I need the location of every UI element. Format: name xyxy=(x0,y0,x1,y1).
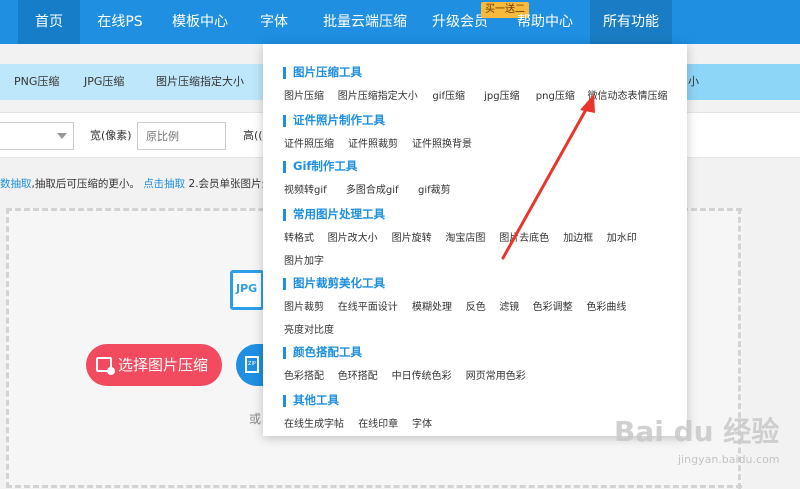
tool-link[interactable]: 色彩曲线 xyxy=(586,298,626,313)
tool-link[interactable]: 图片裁剪 xyxy=(284,298,324,313)
tool-link[interactable]: 色环搭配 xyxy=(338,367,378,382)
tool-link[interactable]: 中日传统色彩 xyxy=(392,367,452,382)
tab-compress-to-size[interactable]: 图片压缩指定大小 xyxy=(156,64,244,100)
tip-text-2: 2.会员单张图片最 xyxy=(185,178,273,190)
tool-link[interactable]: 图片压缩 xyxy=(284,87,324,102)
category-title: 其他工具 xyxy=(293,393,339,407)
tool-link[interactable]: 证件照裁剪 xyxy=(348,135,398,150)
width-input[interactable] xyxy=(137,122,226,150)
tool-link[interactable]: 图片加字 xyxy=(284,252,324,267)
tip-link-click-extract[interactable]: 点击抽取 xyxy=(143,178,185,190)
tool-link[interactable]: 亮度对比度 xyxy=(284,321,334,336)
chevron-down-icon xyxy=(57,133,67,139)
category-marker xyxy=(283,161,286,173)
tool-link[interactable]: png压缩 xyxy=(536,87,575,102)
tool-link[interactable]: 图片旋转 xyxy=(392,229,432,244)
category-marker xyxy=(283,115,286,127)
nav-online-ps[interactable]: 在线PS xyxy=(88,0,152,44)
tool-link[interactable]: 加边框 xyxy=(563,229,593,244)
tool-link[interactable]: 图片去底色 xyxy=(499,229,549,244)
nav-template-center[interactable]: 模板中心 xyxy=(164,0,236,44)
category-title: 常用图片处理工具 xyxy=(293,207,385,221)
category-title: 图片裁剪美化工具 xyxy=(293,276,385,290)
tool-link[interactable]: 色彩搭配 xyxy=(284,367,324,382)
tool-link[interactable]: 微信动态表情压缩 xyxy=(588,87,668,102)
tool-link[interactable]: 色彩调整 xyxy=(533,298,573,313)
nav-home[interactable]: 首页 xyxy=(18,0,80,44)
tool-link[interactable]: 视频转gif xyxy=(284,181,327,196)
zip-icon: ZIP xyxy=(245,356,259,373)
nav-fonts[interactable]: 字体 xyxy=(252,0,296,44)
tool-link[interactable]: 淘宝店图 xyxy=(445,229,485,244)
tool-link[interactable]: gif压缩 xyxy=(432,87,465,102)
tool-link[interactable]: 图片压缩指定大小 xyxy=(338,87,418,102)
category-marker xyxy=(283,347,286,359)
image-add-icon xyxy=(96,357,115,375)
watermark-url: jingyan.baidu.com xyxy=(678,453,780,466)
nav-help-center[interactable]: 帮助中心 xyxy=(508,0,582,44)
tool-link[interactable]: 在线印章 xyxy=(358,415,398,430)
category-marker xyxy=(283,395,286,407)
tab-png-compress[interactable]: PNG压缩 xyxy=(14,64,59,100)
tool-link[interactable]: gif裁剪 xyxy=(418,181,451,196)
tool-link[interactable]: jpg压缩 xyxy=(484,87,519,102)
tool-link[interactable]: 加水印 xyxy=(607,229,637,244)
top-nav: 首页 在线PS 模板中心 字体 批量云端压缩 升级会员 买一送二 帮助中心 所有… xyxy=(0,0,800,44)
format-select[interactable] xyxy=(0,122,74,150)
all-features-dropdown: 图片压缩工具图片压缩 图片压缩指定大小 gif压缩 jpg压缩 png压缩 微信动态表情压… xyxy=(263,44,687,436)
category-marker xyxy=(283,278,286,290)
category-title: Gif制作工具 xyxy=(293,159,358,173)
jpg-icon-label: JPG xyxy=(236,282,258,295)
nav-all-features[interactable]: 所有功能 xyxy=(590,0,672,44)
tip-text-1: ,抽取后可压缩的更小。 xyxy=(31,178,140,190)
width-label: 宽(像素) xyxy=(90,129,132,142)
tool-link[interactable]: 网页常用色彩 xyxy=(466,367,526,382)
tool-link[interactable]: 反色 xyxy=(466,298,486,313)
jpg-file-icon: JPG xyxy=(230,270,264,310)
tool-link[interactable]: 多图合成gif xyxy=(346,181,399,196)
category-marker xyxy=(283,209,286,221)
tab-more[interactable]: 小 xyxy=(672,64,800,100)
category-marker xyxy=(283,67,286,79)
tool-link[interactable]: 在线生成字帖 xyxy=(284,415,344,430)
choose-image-button[interactable]: 选择图片压缩 xyxy=(86,344,222,386)
tool-link[interactable]: 图片改大小 xyxy=(328,229,378,244)
height-label: 高(( xyxy=(243,129,263,142)
tip-link-extract[interactable]: 数抽取 xyxy=(0,178,32,190)
category-title: 证件照片制作工具 xyxy=(293,113,385,127)
baidu-jingyan-watermark: Bai du 经验 xyxy=(614,415,780,448)
tool-link[interactable]: 字体 xyxy=(412,415,432,430)
or-text: 或 xyxy=(249,412,262,426)
category-title: 颜色搭配工具 xyxy=(293,345,362,359)
tool-link[interactable]: 在线平面设计 xyxy=(338,298,398,313)
nav-batch-cloud-compress[interactable]: 批量云端压缩 xyxy=(310,0,420,44)
choose-image-label: 选择图片压缩 xyxy=(118,356,209,374)
tip-text: 数抽取,抽取后可压缩的更小。 点击抽取 2.会员单张图片最 xyxy=(0,176,272,191)
tool-link[interactable]: 证件照换背景 xyxy=(412,135,472,150)
category-title: 图片压缩工具 xyxy=(293,65,362,79)
tool-link[interactable]: 模糊处理 xyxy=(412,298,452,313)
tool-link[interactable]: 转格式 xyxy=(284,229,314,244)
tool-link[interactable]: 证件照压缩 xyxy=(284,135,334,150)
tab-jpg-compress[interactable]: JPG压缩 xyxy=(84,64,124,100)
tool-link[interactable]: 滤镜 xyxy=(499,298,519,313)
tab-more-label: 小 xyxy=(688,75,699,88)
